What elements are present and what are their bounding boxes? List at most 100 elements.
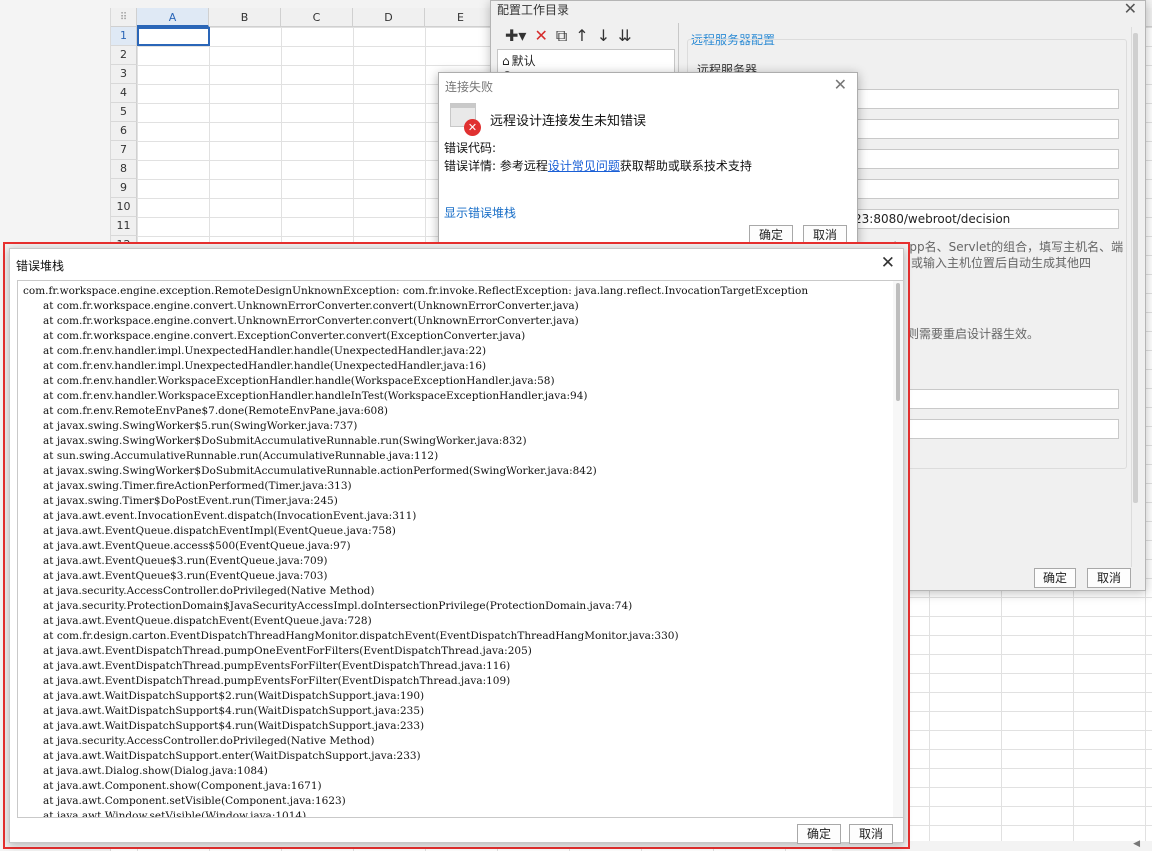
stack-line: at java.awt.WaitDispatchSupport$4.run(Wa… — [23, 705, 425, 717]
stack-line: at java.awt.WaitDispatchSupport$4.run(Wa… — [23, 720, 425, 732]
row-header-cell[interactable]: 5 — [111, 103, 137, 122]
stack-scroll-thumb[interactable] — [896, 283, 900, 401]
port-field[interactable] — [849, 119, 1119, 139]
stack-line: at java.security.ProtectionDomain$JavaSe… — [23, 600, 633, 612]
stack-scrollbar[interactable] — [893, 281, 903, 817]
stack-line: at java.awt.EventQueue.access$500(EventQ… — [23, 540, 351, 552]
stack-line: at java.awt.EventDispatchThread.pumpEven… — [23, 660, 511, 672]
stack-line: at java.awt.EventDispatchThread.pumpEven… — [23, 675, 511, 687]
error-detail-suffix: 获取帮助或联系技术支持 — [619, 159, 752, 173]
stack-line: at javax.swing.Timer.fireActionPerformed… — [23, 480, 352, 492]
column-header-cell[interactable]: C — [281, 8, 353, 27]
config-window-title: 配置工作目录 — [497, 3, 570, 17]
stack-line: at com.fr.env.handler.WorkspaceException… — [23, 390, 588, 402]
stack-line: at java.awt.EventQueue$3.run(EventQueue.… — [23, 555, 328, 567]
stack-line: at java.awt.Component.show(Component.jav… — [23, 780, 322, 792]
error-icon: ✕ — [450, 103, 481, 136]
column-header-cell[interactable]: D — [353, 8, 425, 27]
delete-icon[interactable]: ✕ — [534, 26, 547, 46]
stack-line: at javax.swing.SwingWorker$DoSubmitAccum… — [23, 465, 597, 477]
error-detail-prefix: 错误详情: 参考远程 — [444, 159, 548, 173]
show-stack-link[interactable]: 显示错误堆栈 — [444, 204, 516, 221]
stack-line: at java.security.AccessController.doPriv… — [23, 585, 375, 597]
column-header-cell[interactable]: O — [1145, 8, 1152, 27]
row-header-cell[interactable]: 7 — [111, 141, 137, 160]
stack-line: at java.awt.WaitDispatchSupport$2.run(Wa… — [23, 690, 425, 702]
add-icon[interactable]: ✚▾ — [505, 26, 526, 46]
tree-item-default[interactable]: ⌂ 默认 — [502, 52, 536, 69]
row-header-cell[interactable]: 1 — [111, 27, 137, 46]
stack-ok-button[interactable]: 确定 — [797, 824, 841, 844]
servlet-field[interactable] — [849, 179, 1119, 199]
connection-dialog-title: 连接失败 — [445, 80, 494, 94]
row-header-cell[interactable]: 2 — [111, 46, 137, 65]
url-field[interactable]: 23:8080/webroot/decision — [849, 209, 1119, 229]
row-header-cell[interactable]: 9 — [111, 179, 137, 198]
stack-line: at javax.swing.SwingWorker$DoSubmitAccum… — [23, 435, 527, 447]
stack-line: com.fr.workspace.engine.exception.Remote… — [23, 285, 809, 297]
close-icon[interactable]: ✕ — [1124, 0, 1137, 18]
stack-line: at java.awt.Window.setVisible(Window.jav… — [23, 810, 307, 818]
stack-trace-lines: com.fr.workspace.engine.exception.Remote… — [23, 284, 889, 818]
stack-line: at java.awt.WaitDispatchSupport.enter(Wa… — [23, 750, 421, 762]
close-icon[interactable]: ✕ — [881, 253, 895, 273]
connection-failed-dialog: 连接失败 ✕ ✕ 远程设计连接发生未知错误 错误代码: 错误详情: 参考远程设计… — [438, 72, 858, 248]
stack-line: at com.fr.workspace.engine.convert.Unkno… — [23, 315, 579, 327]
row-header-cell[interactable]: 10 — [111, 198, 137, 217]
stack-line: at java.awt.EventQueue.dispatchEventImpl… — [23, 525, 396, 537]
stack-trace-textarea[interactable]: com.fr.workspace.engine.exception.Remote… — [17, 280, 904, 818]
scroll-right-icon[interactable]: ◀ — [1133, 839, 1140, 849]
row-header-cell[interactable]: 3 — [111, 65, 137, 84]
row-header-cell[interactable]: 8 — [111, 160, 137, 179]
stack-line: at com.fr.env.handler.impl.UnexpectedHan… — [23, 360, 487, 372]
stack-line: at com.fr.workspace.engine.convert.Excep… — [23, 330, 526, 342]
move-down-icon[interactable]: ↓ — [597, 26, 610, 46]
error-stack-window: 错误堆栈 ✕ com.fr.workspace.engine.exception… — [9, 248, 904, 844]
stack-cancel-button[interactable]: 取消 — [849, 824, 893, 844]
error-code-label: 错误代码: — [444, 141, 497, 155]
host-field[interactable] — [849, 89, 1119, 109]
stack-line: at com.fr.env.handler.WorkspaceException… — [23, 375, 555, 387]
column-header-cell[interactable]: E — [425, 8, 497, 27]
row-header-cell[interactable]: 4 — [111, 84, 137, 103]
sort-icon[interactable]: ⇊ — [618, 26, 631, 46]
config-cancel-button[interactable]: 取消 — [1087, 568, 1131, 588]
config-ok-button[interactable]: 确定 — [1034, 568, 1076, 588]
config-scrollbar[interactable] — [1131, 27, 1139, 567]
config-toolbar: ✚▾ ✕ ⧉ ↑ ↓ ⇊ — [497, 23, 677, 49]
error-detail: 错误详情: 参考远程设计常见问题获取帮助或联系技术支持 — [444, 157, 752, 174]
stack-line: at com.fr.env.RemoteEnvPane$7.done(Remot… — [23, 405, 389, 417]
stack-line: at java.awt.Dialog.show(Dialog.java:1084… — [23, 765, 268, 777]
error-stack-dialog: 错误堆栈 ✕ com.fr.workspace.engine.exception… — [3, 242, 910, 849]
stack-line: at javax.swing.Timer$DoPostEvent.run(Tim… — [23, 495, 338, 507]
active-cell-a1[interactable] — [137, 27, 210, 46]
stack-line: at java.awt.EventQueue$3.run(EventQueue.… — [23, 570, 328, 582]
restart-hint: 则需要重启设计器生效。 — [907, 327, 1040, 341]
stack-line: at java.security.AccessController.doPriv… — [23, 735, 375, 747]
column-header-cell[interactable]: B — [209, 8, 281, 27]
stack-line: at com.fr.design.carton.EventDispatchThr… — [23, 630, 679, 642]
stack-line: at com.fr.env.handler.impl.UnexpectedHan… — [23, 345, 487, 357]
close-icon[interactable]: ✕ — [834, 75, 847, 94]
home-icon: ⌂ — [502, 53, 510, 68]
config-scroll-thumb[interactable] — [1133, 33, 1138, 503]
column-header-cell[interactable]: A — [137, 8, 209, 27]
stack-dialog-title: 错误堆栈 — [16, 259, 65, 273]
faq-link[interactable]: 设计常见问题 — [548, 159, 620, 173]
row-header-cell[interactable]: 11 — [111, 217, 137, 236]
row-header-cell[interactable]: 6 — [111, 122, 137, 141]
webapp-field[interactable] — [849, 149, 1119, 169]
stack-line: at java.awt.EventQueue.dispatchEvent(Eve… — [23, 615, 372, 627]
stack-line: at sun.swing.AccumulativeRunnable.run(Ac… — [23, 450, 439, 462]
stack-line: at java.awt.event.InvocationEvent.dispat… — [23, 510, 417, 522]
stack-line: at javax.swing.SwingWorker$5.run(SwingWo… — [23, 420, 358, 432]
select-all-corner[interactable]: ⠿ — [111, 8, 137, 27]
stack-line: at com.fr.workspace.engine.convert.Unkno… — [23, 300, 579, 312]
tree-item-label: 默认 — [511, 54, 536, 68]
move-up-icon[interactable]: ↑ — [575, 26, 588, 46]
stack-line: at java.awt.Component.setVisible(Compone… — [23, 795, 346, 807]
error-message: 远程设计连接发生未知错误 — [490, 114, 647, 129]
copy-icon[interactable]: ⧉ — [556, 26, 567, 46]
row-header: 123456789101112 — [111, 27, 137, 255]
stack-line: at java.awt.EventDispatchThread.pumpOneE… — [23, 645, 532, 657]
